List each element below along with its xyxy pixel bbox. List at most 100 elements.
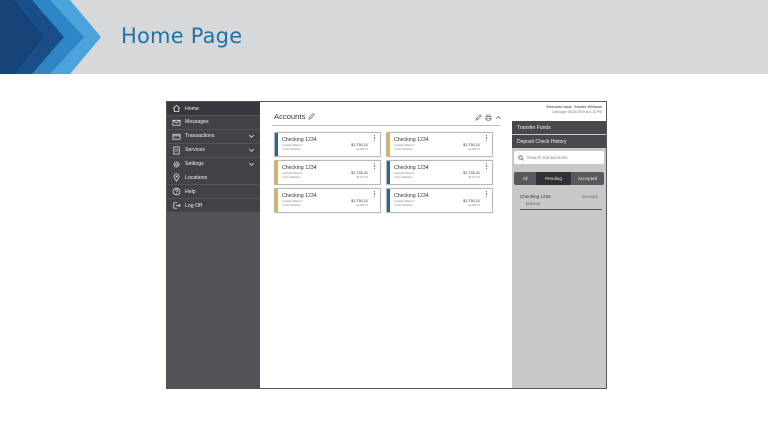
search-input[interactable]	[527, 155, 602, 160]
card-icon	[172, 132, 181, 141]
logout-icon	[172, 201, 181, 210]
sidebar-item-label: Settings	[185, 161, 204, 168]
home-icon	[172, 104, 181, 113]
right-panel: Welcome back, Xander Williams Last login…	[512, 102, 606, 388]
account-card[interactable]: Checking 1234 Available Balance Current Ba…	[386, 132, 493, 157]
sidebar-item-label: Locations	[185, 174, 208, 181]
accounts-panel: Accounts Checking 1234 Available Balance C…	[260, 102, 512, 388]
more-options-icon[interactable]	[374, 163, 376, 170]
filter-accepted-tab[interactable]: Accepted	[571, 172, 604, 185]
sidebar-item-label: Home	[185, 105, 199, 112]
sidebar-item-home[interactable]: Home	[167, 102, 260, 115]
sidebar-item-locations[interactable]: Locations	[167, 171, 260, 185]
current-balance-label: Current Balance	[282, 204, 301, 207]
sidebar-item-label: Help	[185, 188, 196, 195]
account-name: Checking 1234	[394, 193, 429, 199]
current-balance-value: $2,616.21	[356, 148, 368, 151]
account-color-stripe	[387, 189, 390, 212]
available-balance-label: Available Balance	[282, 200, 303, 203]
available-balance-label: Available Balance	[282, 144, 303, 147]
chevron-logo-icon	[0, 0, 101, 74]
sidebar-item-label: Log Off	[185, 202, 202, 209]
account-color-stripe	[387, 133, 390, 156]
available-balance-label: Available Balance	[282, 172, 303, 175]
available-balance-label: Available Balance	[394, 144, 415, 147]
chevron-down-icon[interactable]	[248, 147, 255, 154]
filter-all-tab[interactable]: All	[514, 172, 536, 185]
edit-pencil-icon[interactable]	[475, 114, 482, 121]
sidebar-item-help[interactable]: Help	[167, 185, 260, 199]
current-balance-value: $2,616.21	[468, 176, 480, 179]
account-name: Checking 1234	[282, 137, 317, 143]
account-color-stripe	[275, 133, 278, 156]
sidebar-item-label: Transactions	[185, 133, 215, 140]
pending-account-name: Checking 1234	[520, 194, 551, 199]
available-balance-value: $1,750.21	[351, 171, 368, 175]
edit-pencil-icon[interactable]	[308, 113, 315, 120]
account-card[interactable]: Checking 1234 Available Balance Current Ba…	[386, 188, 493, 213]
page-title: Home Page	[121, 24, 243, 48]
account-card[interactable]: Checking 1234 Available Balance Current Ba…	[274, 160, 381, 185]
available-balance-value: $1,750.21	[463, 199, 480, 203]
available-balance-value: $1,750.21	[463, 143, 480, 147]
accounts-title: Accounts	[274, 112, 306, 121]
sidebar-item-messages[interactable]: Messages	[167, 115, 260, 129]
transfer-funds-button[interactable]: Transfer Funds	[512, 121, 606, 134]
welcome-text: Welcome back, Xander Williams	[546, 104, 602, 109]
account-card[interactable]: Checking 1234 Available Balance Current Ba…	[274, 188, 381, 213]
accounts-toolbar	[475, 114, 502, 121]
sidebar-item-services[interactable]: Services	[167, 143, 260, 157]
account-name: Checking 1234	[394, 165, 429, 171]
sidebar: Home Messages Transactions Services Sett…	[167, 102, 260, 388]
sidebar-item-label: Messages	[185, 119, 209, 126]
print-icon[interactable]	[485, 114, 492, 121]
sidebar-item-transactions[interactable]: Transactions	[167, 129, 260, 143]
search-icon	[518, 154, 524, 161]
account-name: Checking 1234	[394, 137, 429, 143]
available-balance-value: $1,750.21	[351, 199, 368, 203]
slide: Home Page Home Messages Transactions Ser…	[0, 0, 768, 432]
sidebar-item-label: Services	[185, 147, 205, 154]
current-balance-value: $2,616.21	[468, 204, 480, 207]
account-card[interactable]: Checking 1234 Available Balance Current Ba…	[274, 132, 381, 157]
envelope-icon	[172, 118, 181, 127]
sidebar-item-log-off[interactable]: Log Off	[167, 199, 260, 213]
current-balance-label: Current Balance	[394, 148, 413, 151]
header-banner: Home Page	[0, 0, 768, 74]
search-box	[514, 151, 604, 164]
account-color-stripe	[387, 161, 390, 184]
app-window: Home Messages Transactions Services Sett…	[166, 101, 607, 389]
account-card[interactable]: Checking 1234 Available Balance Current Ba…	[386, 160, 493, 185]
account-name: Checking 1234	[282, 193, 317, 199]
available-balance-label: Available Balance	[394, 172, 415, 175]
account-name: Checking 1234	[282, 165, 317, 171]
sidebar-item-settings[interactable]: Settings	[167, 157, 260, 171]
current-balance-label: Current Balance	[394, 204, 413, 207]
more-options-icon[interactable]	[374, 191, 376, 198]
location-pin-icon	[172, 173, 181, 183]
account-color-stripe	[275, 189, 278, 212]
current-balance-value: $2,616.21	[356, 176, 368, 179]
pending-amount: $1000.00	[526, 202, 541, 206]
current-balance-label: Current Balance	[282, 176, 301, 179]
filter-pending-tab[interactable]: Pending	[536, 172, 571, 185]
more-options-icon[interactable]	[486, 135, 488, 142]
more-options-icon[interactable]	[486, 163, 488, 170]
chevron-down-icon[interactable]	[248, 133, 255, 140]
deposit-check-history-button[interactable]: Deposit Check History	[512, 135, 606, 148]
current-balance-label: Current Balance	[282, 148, 301, 151]
available-balance-value: $1,750.21	[463, 171, 480, 175]
pending-deposit-item[interactable]: Checking 1234 $1000.00 XXXX0110	[520, 192, 602, 210]
current-balance-value: $2,616.21	[356, 204, 368, 207]
chevron-up-icon[interactable]	[495, 114, 502, 121]
available-balance-label: Available Balance	[394, 200, 415, 203]
chevron-down-icon[interactable]	[248, 161, 255, 168]
more-options-icon[interactable]	[486, 191, 488, 198]
divider	[272, 125, 500, 126]
available-balance-value: $1,750.21	[351, 143, 368, 147]
more-options-icon[interactable]	[374, 135, 376, 142]
welcome-box: Welcome back, Xander Williams Last login…	[512, 102, 606, 121]
current-balance-value: $2,616.21	[468, 148, 480, 151]
last-login-text: Last login 05/15/2019 at 4:15 PM	[552, 110, 602, 114]
status-filter: All Pending Accepted	[514, 172, 604, 185]
